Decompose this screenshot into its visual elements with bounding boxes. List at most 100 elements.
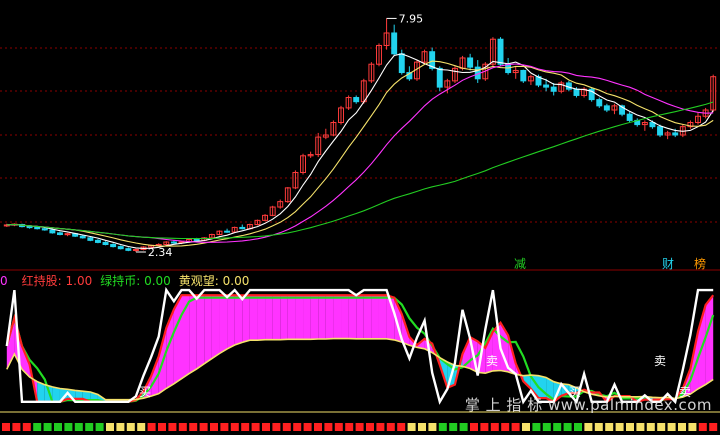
candle-body [398, 53, 405, 74]
candle-body [34, 226, 41, 230]
signal-square [584, 423, 593, 431]
candle-body [193, 239, 200, 242]
indicator-fill [196, 295, 205, 369]
indicator-fill [204, 295, 212, 364]
signal-square [542, 423, 551, 431]
signal-square [314, 423, 322, 431]
indicator-fill [52, 386, 60, 402]
indicator-fill [325, 295, 334, 340]
candle-body [353, 97, 360, 103]
low-price-label: 2.34 [148, 246, 173, 259]
signal-square [407, 423, 416, 431]
indicator-fill [219, 295, 228, 354]
signal-square [241, 423, 250, 431]
indicator-fill [378, 295, 387, 339]
signal-square [282, 423, 291, 431]
signal-square [106, 423, 114, 431]
signal-square [293, 423, 302, 431]
indicator-fill [356, 295, 364, 339]
signal-square [220, 423, 229, 431]
signal-square [563, 423, 572, 431]
signal-square [116, 423, 125, 431]
signal-square [54, 423, 62, 431]
signal-square [522, 423, 530, 431]
candle-body [520, 69, 527, 82]
candle-body [436, 67, 443, 88]
event-tag: 榜 [694, 256, 706, 271]
signal-square [137, 423, 146, 431]
candle-body [391, 32, 398, 55]
candle-body [239, 226, 246, 230]
signal-square [532, 423, 541, 431]
candle-body [626, 113, 633, 121]
signal-square [709, 423, 718, 431]
indicator-fill [265, 295, 273, 340]
signal-square [449, 423, 458, 431]
indicator-fill [242, 295, 250, 343]
moving-averages [6, 53, 714, 249]
signal-square [199, 423, 208, 431]
signal-square [334, 423, 343, 431]
signal-square [657, 423, 666, 431]
signal-square [605, 423, 614, 431]
signal-square [688, 423, 697, 431]
signal-square [147, 423, 156, 431]
legend-item: 绿持币: 0.00 [100, 274, 171, 288]
candle-body [550, 86, 557, 92]
signal-square [418, 423, 426, 431]
signal-square [22, 423, 31, 431]
candle-body [79, 235, 86, 239]
signal-square [355, 423, 364, 431]
candle-body [94, 239, 101, 243]
candle-body [596, 99, 603, 107]
candle-body [102, 241, 109, 246]
indicator-fill [371, 295, 379, 339]
signal-square [386, 423, 395, 431]
price-annotations: 7.95 2.34 减 财 榜 [135, 12, 706, 271]
signal-square [501, 423, 510, 431]
signal-square [33, 423, 42, 431]
signal-square [470, 423, 478, 431]
signal-square [74, 423, 83, 431]
signal-strip [2, 423, 718, 431]
signal-square [262, 423, 270, 431]
signal-square [490, 423, 499, 431]
ma10-line [6, 60, 714, 247]
indicator-yellow-line [6, 337, 714, 401]
candle-body [49, 229, 56, 234]
signal-square [376, 423, 385, 431]
signal-square [428, 423, 437, 431]
signal-square [397, 423, 406, 431]
signal-square [251, 423, 260, 431]
signal-square [189, 423, 198, 431]
indicator-fill [280, 295, 288, 340]
indicator-fill [295, 295, 304, 340]
indicator-legend: 0 红持股: 1.00 绿持币: 0.00 黄观望: 0.00 [0, 273, 257, 289]
signal-square [64, 423, 73, 431]
signal-label: 卖 [654, 354, 666, 368]
signal-square [230, 423, 239, 431]
signal-square [698, 423, 707, 431]
indicator-fill [318, 295, 326, 340]
indicator-fill [227, 295, 235, 349]
candle-body [224, 230, 231, 233]
high-price-label: 7.95 [399, 12, 424, 25]
signal-square [626, 423, 634, 431]
event-tag: 财 [662, 257, 674, 271]
candle-body [672, 132, 679, 136]
indicator-fill [333, 295, 342, 339]
indicator-fill [310, 295, 319, 340]
signal-square [12, 423, 21, 431]
signal-square [594, 423, 603, 431]
candle-body [56, 232, 63, 236]
signal-label: 买 [139, 385, 151, 399]
signal-square [366, 423, 374, 431]
candle-body [87, 237, 94, 241]
signal-square [210, 423, 218, 431]
stock-chart: 7.952.34减财榜 买卖买卖卖 [0, 12, 720, 431]
legend-item: 红持股: 1.00 [21, 274, 93, 288]
signal-square [2, 423, 10, 431]
signal-square [168, 423, 177, 431]
signal-square [438, 423, 447, 431]
indicator-fill [705, 295, 714, 385]
